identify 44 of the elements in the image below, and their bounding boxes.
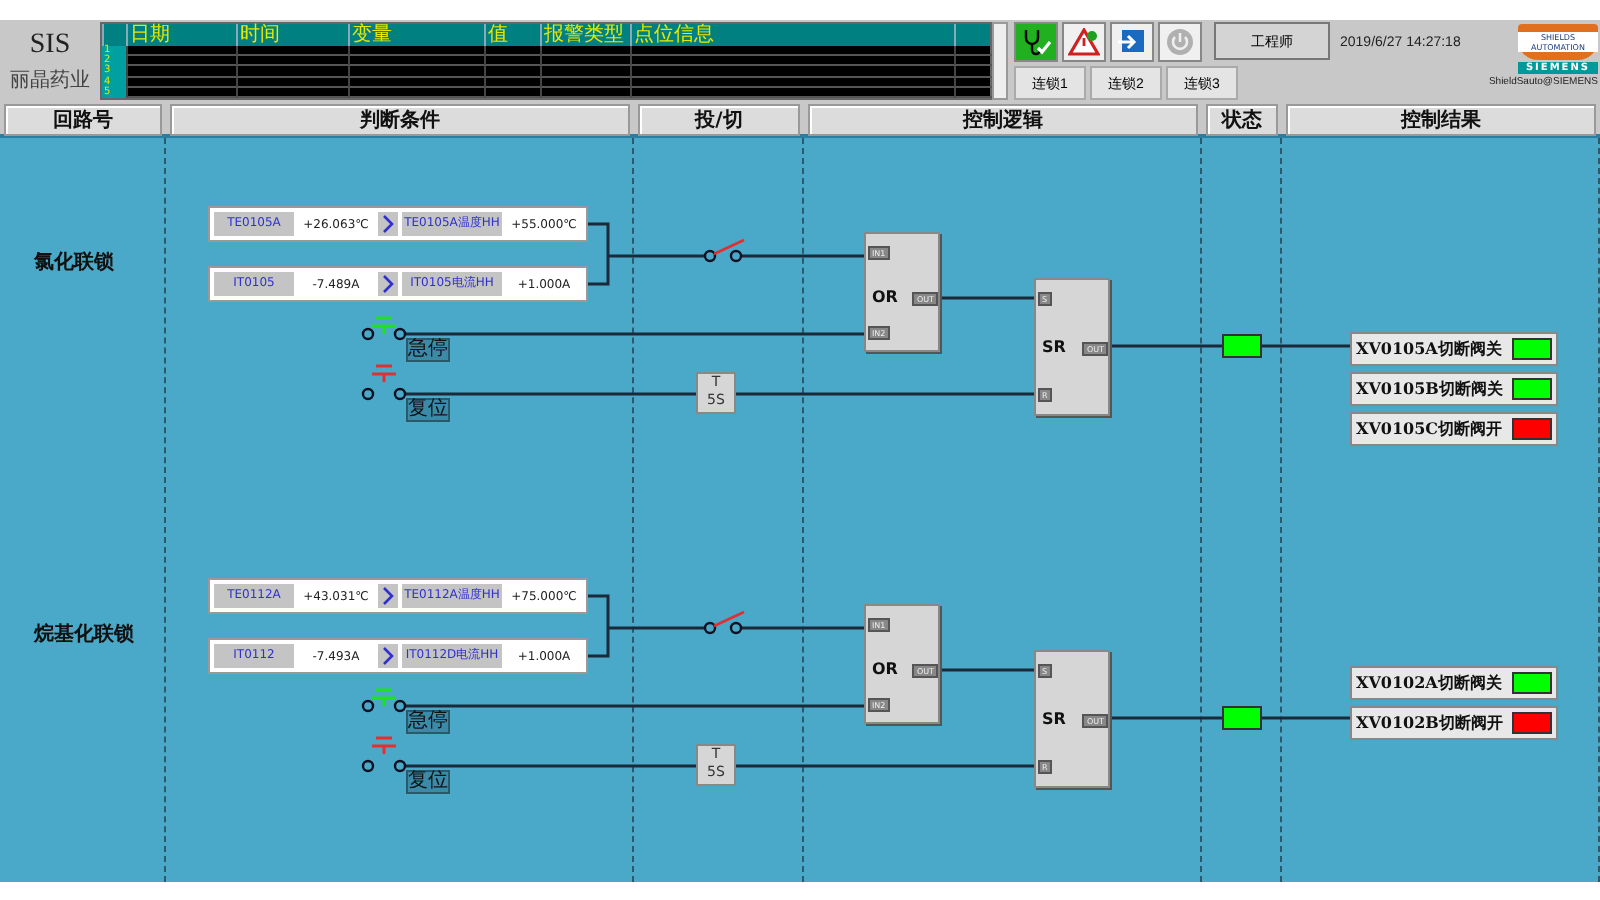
column-header: 报警类型	[540, 24, 630, 46]
switch-label: 复位	[406, 398, 450, 422]
switch-label: 复位	[406, 770, 450, 794]
result-item: XV0105B切断阀关	[1350, 372, 1558, 406]
wire	[742, 626, 864, 630]
result-item: XV0105C切断阀开	[1350, 412, 1558, 446]
loop-name: 烷基化联锁	[34, 621, 134, 648]
chevron-right-icon	[378, 272, 398, 296]
warning-icon[interactable]	[1062, 22, 1106, 62]
wire	[1110, 344, 1222, 348]
wire	[940, 668, 1034, 672]
column-header: 时间	[236, 24, 348, 46]
wire	[1262, 344, 1350, 348]
column-header: 日期	[126, 24, 236, 46]
column-header: 回路号	[4, 104, 162, 136]
loop-name: 氯化联锁	[34, 249, 114, 276]
column-header: 投/切	[638, 104, 800, 136]
login-icon[interactable]	[1110, 22, 1154, 62]
wire	[1262, 716, 1350, 720]
column-header: 值	[484, 24, 540, 46]
column-header: 判断条件	[170, 104, 630, 136]
wire	[742, 254, 864, 258]
wire	[586, 594, 706, 658]
wire	[1110, 716, 1222, 720]
column-header: 控制逻辑	[808, 104, 1198, 136]
column-header: 点位信息	[630, 24, 954, 46]
column-header: 状态	[1206, 104, 1278, 136]
column-header: 变量	[348, 24, 484, 46]
result-item: XV0105A切断阀关	[1350, 332, 1558, 366]
company-name: 丽晶药业	[10, 67, 90, 93]
power-icon[interactable]	[1158, 22, 1202, 62]
switch-label: 急停	[406, 338, 450, 362]
wire	[586, 222, 706, 286]
chevron-right-icon	[378, 584, 398, 608]
column-header: 控制结果	[1286, 104, 1596, 136]
chevron-right-icon	[378, 212, 398, 236]
result-item: XV0102B切断阀开	[1350, 706, 1558, 740]
switch-label: 急停	[406, 710, 450, 734]
result-item: XV0102A切断阀关	[1350, 666, 1558, 700]
app-title: SIS	[29, 29, 71, 61]
check-icon[interactable]	[1014, 22, 1058, 62]
wire	[940, 296, 1034, 300]
scrollbar	[992, 22, 1008, 100]
chevron-right-icon	[378, 644, 398, 668]
